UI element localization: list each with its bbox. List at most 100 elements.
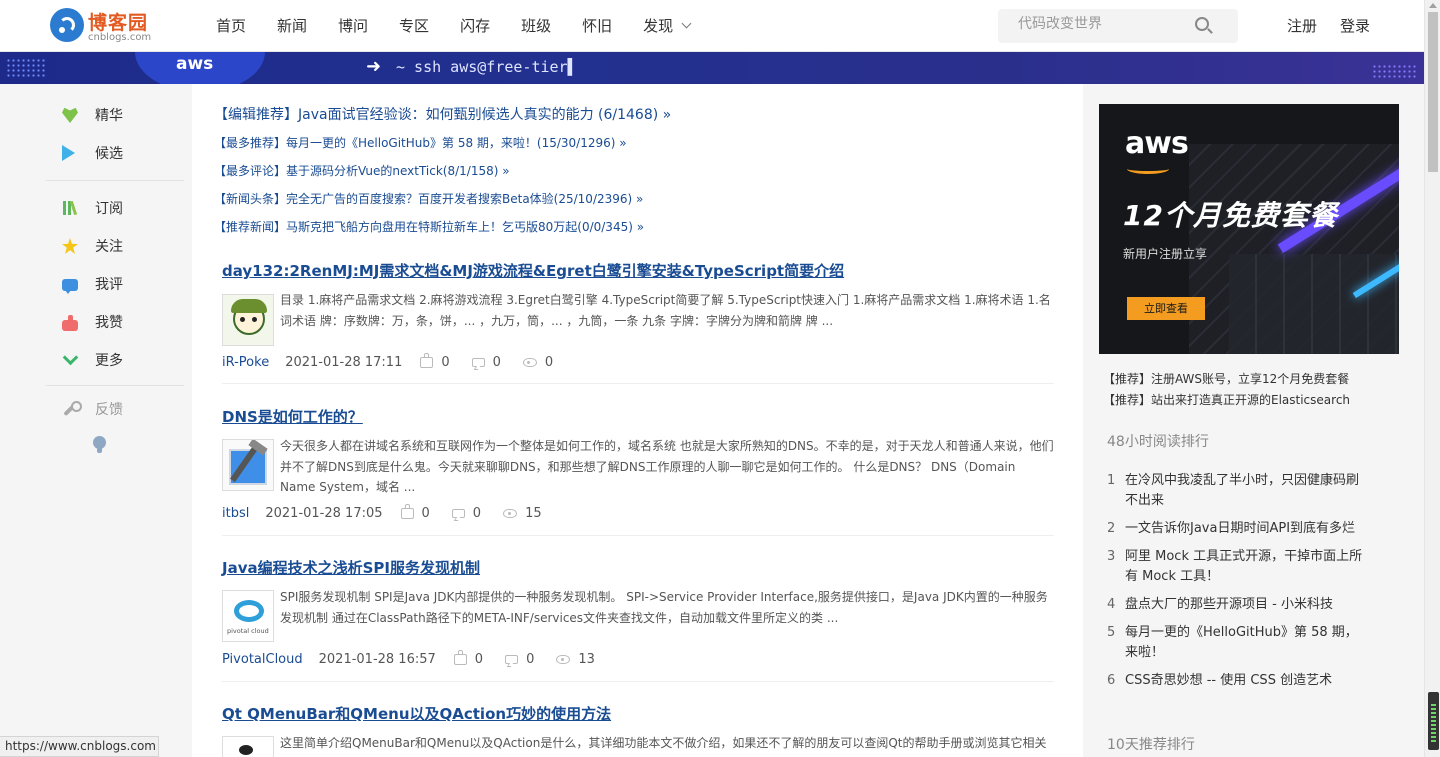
post-date: 2021-01-28 16:57 bbox=[318, 652, 436, 667]
sidebar-item-candidate[interactable]: 候选 bbox=[62, 143, 123, 163]
rank-number: 6 bbox=[1107, 673, 1116, 688]
search-input[interactable] bbox=[1018, 16, 1188, 32]
author-avatar[interactable] bbox=[222, 439, 274, 491]
post-divider bbox=[222, 383, 1054, 384]
nav-questions[interactable]: 博问 bbox=[338, 0, 368, 52]
comment-count[interactable]: 0 bbox=[471, 355, 501, 370]
comment-icon bbox=[451, 509, 465, 518]
comment-count-value: 0 bbox=[492, 355, 501, 370]
view-count-value: 0 bbox=[544, 355, 554, 370]
post-title[interactable]: Java编程技术之浅析SPI服务发现机制 bbox=[222, 557, 480, 578]
view-count: 13 bbox=[556, 652, 595, 667]
comment-count[interactable]: 0 bbox=[451, 506, 482, 521]
like-count-value: 0 bbox=[474, 652, 484, 667]
rank-link[interactable]: CSS奇思妙想 -- 使用 CSS 创造艺术 bbox=[1125, 671, 1365, 691]
author-avatar[interactable] bbox=[222, 294, 274, 346]
nav-flash[interactable]: 闪存 bbox=[460, 0, 490, 52]
sidebar-item-subscribe[interactable]: 订阅 bbox=[62, 198, 123, 218]
post-title[interactable]: Qt QMenuBar和QMenu以及QAction巧妙的使用方法 bbox=[222, 703, 611, 724]
post-title[interactable]: DNS是如何工作的？ bbox=[222, 406, 363, 427]
banner-command: ~ ssh aws@free-tier▌ bbox=[396, 58, 577, 76]
comment-count[interactable]: 0 bbox=[505, 652, 534, 667]
logo-icon bbox=[50, 8, 84, 42]
post-author[interactable]: PivotalCloud bbox=[222, 652, 303, 667]
post-author[interactable]: iR-Poke bbox=[222, 355, 269, 370]
post-title[interactable]: day132:2RenMJ:MJ需求文档&MJ游戏流程&Egret白鹭引擎安装&… bbox=[222, 260, 844, 281]
sidebar-divider bbox=[46, 385, 184, 386]
nav-home[interactable]: 首页 bbox=[216, 0, 246, 52]
rank-link[interactable]: 每月一更的《HelloGitHub》第 58 期，来啦！ bbox=[1125, 623, 1365, 663]
recommendation-link[interactable]: 【推荐】站出来打造真正开源的Elasticsearch bbox=[1103, 391, 1350, 408]
headline-editor-pick[interactable]: 【编辑推荐】Java面试官经验谈：如何甄别候选人真实的能力 (6/1468) » bbox=[214, 104, 671, 124]
rank-link[interactable]: 阿里 Mock 工具正式开源，干掉市面上所有 Mock 工具！ bbox=[1125, 547, 1365, 587]
view-count-value: 13 bbox=[578, 652, 595, 667]
sidebar-item-my-likes[interactable]: 我赞 bbox=[62, 312, 123, 332]
search-box bbox=[998, 9, 1238, 43]
headline-news-top[interactable]: 【新闻头条】完全无广告的百度搜索？百度开发者搜索Beta体验(25/10/239… bbox=[214, 190, 643, 207]
floating-widget[interactable] bbox=[1428, 692, 1439, 750]
sidebar-item-label: 候选 bbox=[95, 146, 123, 162]
rank-link[interactable]: 盘点大厂的那些开源项目 - 小米科技 bbox=[1125, 595, 1365, 615]
site-logo[interactable]: 博客园 cnblogs.com bbox=[50, 7, 160, 45]
eye-icon bbox=[503, 509, 518, 518]
thumbs-up-icon bbox=[400, 504, 414, 519]
rank-link[interactable]: 在冷风中我凌乱了半小时，只因健康码刷不出来 bbox=[1125, 471, 1365, 511]
scrollbar-thumb[interactable] bbox=[1428, 12, 1438, 172]
sidebar-item-label: 我赞 bbox=[95, 315, 123, 331]
register-link[interactable]: 注册 bbox=[1287, 17, 1317, 35]
sidebar-item-my-comments[interactable]: 我评 bbox=[62, 274, 123, 294]
search-icon[interactable] bbox=[1195, 17, 1213, 34]
lightbulb-icon[interactable] bbox=[93, 436, 106, 454]
like-count[interactable]: 0 bbox=[400, 504, 430, 521]
comment-count-value: 0 bbox=[472, 506, 482, 521]
play-icon bbox=[62, 145, 75, 161]
sidebar-item-feedback[interactable]: 反馈 bbox=[62, 399, 123, 419]
sidebar-item-label: 更多 bbox=[95, 353, 123, 369]
post-divider bbox=[222, 681, 1054, 682]
post-author[interactable]: itbsl bbox=[222, 506, 249, 521]
like-count-value: 0 bbox=[421, 506, 430, 521]
post-date: 2021-01-28 17:05 bbox=[265, 506, 383, 521]
like-count[interactable]: 0 bbox=[420, 353, 450, 370]
rank-number: 4 bbox=[1107, 597, 1116, 612]
aws-smile-icon bbox=[1127, 164, 1169, 174]
view-count-value: 15 bbox=[525, 506, 542, 521]
post-meta: itbsl 2021-01-28 17:05 0 0 15 bbox=[222, 504, 564, 521]
rank-link[interactable]: 一文告诉你Java日期时间API到底有多烂 bbox=[1125, 519, 1365, 539]
post-summary: 这里简单介绍QMenuBar和QMenu以及QAction是什么，其详细功能本文… bbox=[280, 736, 1047, 750]
comment-count-value: 0 bbox=[526, 652, 535, 667]
like-count[interactable]: 0 bbox=[453, 650, 484, 667]
headline-recommended-news[interactable]: 【推荐新闻】马斯克把飞船方向盘用在特斯拉新车上！乞丐版80万起(0/0/345)… bbox=[214, 218, 644, 235]
post-summary: SPI服务发现机制 SPI是Java JDK内部提供的一种服务发现机制。 SPI… bbox=[280, 590, 1048, 625]
ad-cta-button[interactable]: 立即查看 bbox=[1127, 297, 1205, 320]
author-avatar[interactable]: pivotal cloud bbox=[222, 590, 274, 642]
comment-icon bbox=[471, 358, 485, 367]
auth-links: 注册 登录 bbox=[1287, 0, 1393, 52]
sidebar-item-more[interactable]: 更多 bbox=[62, 349, 123, 370]
sidebar-item-label: 我评 bbox=[95, 277, 123, 293]
nav-nostalgia[interactable]: 怀旧 bbox=[582, 0, 612, 52]
top-nav: 博客园 cnblogs.com 首页 新闻 博问 专区 闪存 班级 怀旧 发现 … bbox=[0, 0, 1424, 52]
page-scrollbar[interactable] bbox=[1424, 0, 1440, 757]
promo-banner[interactable]: aws ➜ ~ ssh aws@free-tier▌ bbox=[0, 52, 1424, 84]
rank-number: 3 bbox=[1107, 549, 1116, 564]
nav-zone[interactable]: 专区 bbox=[399, 0, 429, 52]
headline-most-commented[interactable]: 【最多评论】基于源码分析Vue的nextTick(8/1/158) » bbox=[214, 162, 510, 179]
star-icon bbox=[62, 238, 78, 254]
headline-most-recommended[interactable]: 【最多推荐】每月一更的《HelloGitHub》第 58 期，来啦！(15/30… bbox=[214, 134, 627, 151]
banner-dots-decoration-right bbox=[1372, 64, 1416, 80]
login-link[interactable]: 登录 bbox=[1340, 17, 1370, 35]
nav-discover[interactable]: 发现 bbox=[643, 0, 692, 52]
nav-class[interactable]: 班级 bbox=[521, 0, 551, 52]
left-sidebar: 精华 候选 订阅 关注 我评 我赞 更多 反馈 bbox=[0, 84, 192, 757]
view-count: 15 bbox=[503, 506, 542, 521]
ad-aws-logo: aws bbox=[1125, 126, 1189, 161]
nav-news[interactable]: 新闻 bbox=[277, 0, 307, 52]
aws-ad[interactable]: aws 12个月免费套餐 新用户注册立享 立即查看 bbox=[1099, 104, 1399, 354]
author-avatar[interactable] bbox=[222, 736, 274, 757]
sidebar-item-follow[interactable]: 关注 bbox=[62, 236, 123, 256]
sidebar-item-featured[interactable]: 精华 bbox=[62, 105, 123, 125]
banner-arrow-icon: ➜ bbox=[366, 56, 382, 77]
recommendation-link[interactable]: 【推荐】注册AWS账号，立享12个月免费套餐 bbox=[1103, 370, 1349, 387]
scroll-up-arrow-icon[interactable] bbox=[1429, 3, 1437, 8]
